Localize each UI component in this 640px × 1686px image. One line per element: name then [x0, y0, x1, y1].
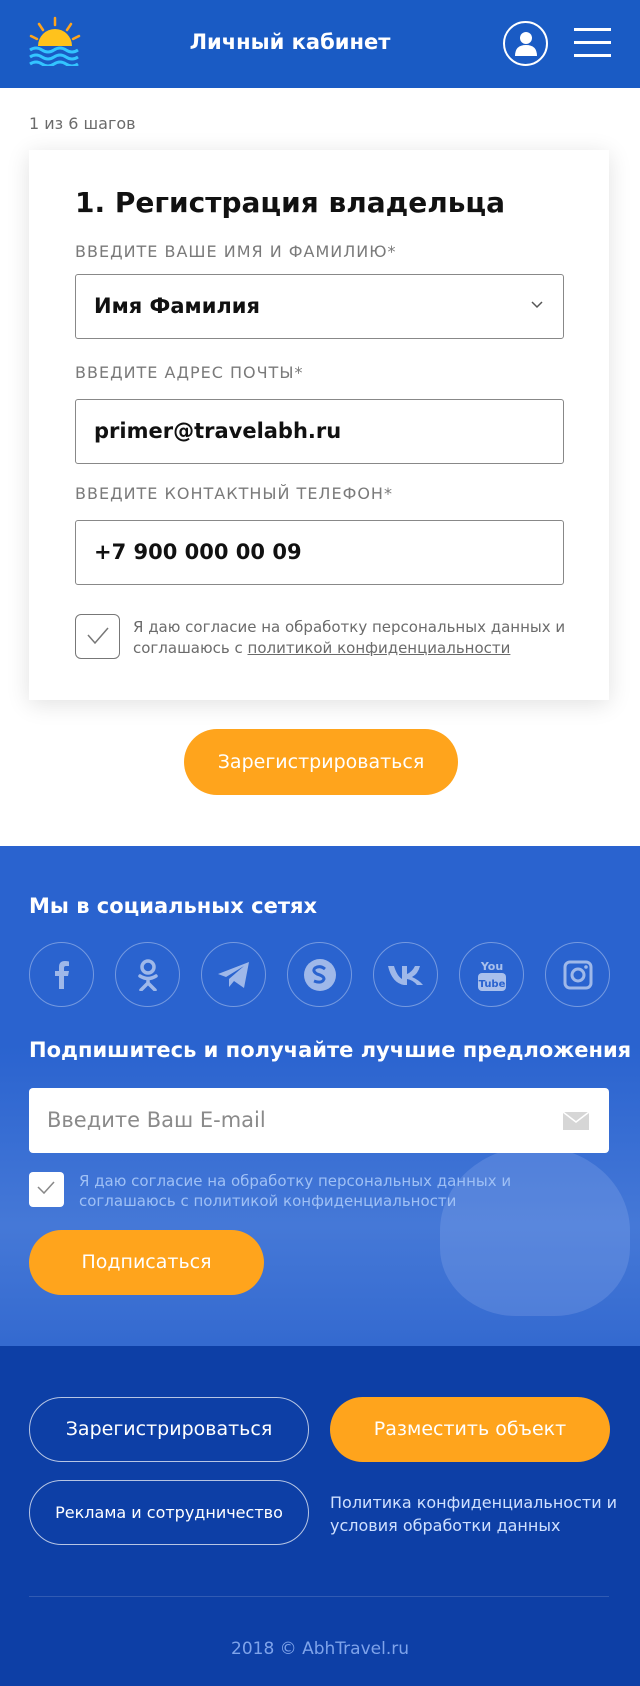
vk-icon[interactable] [373, 942, 438, 1007]
chevron-down-icon [531, 301, 543, 309]
header: Личный кабинет [0, 0, 640, 88]
youtube-icon[interactable]: You Tube [459, 942, 524, 1007]
privacy-policy-footer-link[interactable]: Политика конфиденциальности и условия об… [330, 1491, 620, 1537]
subscribe-consent-checkbox[interactable] [29, 1172, 64, 1207]
phone-field[interactable]: +7 900 000 00 09 [75, 520, 564, 585]
email-field[interactable]: primer@travelabh.ru [75, 399, 564, 464]
page-title: Личный кабинет [189, 30, 391, 54]
social-subscribe-section: Мы в социальных сетях You Tube Подпишитес… [0, 846, 640, 1346]
skype-icon[interactable] [287, 942, 352, 1007]
facebook-icon[interactable] [29, 942, 94, 1007]
advertising-button[interactable]: Реклама и сотрудничество [29, 1480, 309, 1545]
email-value: primer@travelabh.ru [94, 419, 342, 443]
mail-icon [563, 1112, 589, 1130]
user-account-button[interactable] [503, 21, 548, 66]
odnoklassniki-icon[interactable] [115, 942, 180, 1007]
subscribe-title: Подпишитесь и получайте лучшие предложен… [29, 1038, 632, 1062]
name-value: Имя Фамилия [94, 294, 260, 318]
name-select[interactable]: Имя Фамилия [75, 274, 564, 339]
subscribe-email-input[interactable] [47, 1102, 527, 1138]
logo-sun-waves-icon[interactable] [28, 16, 82, 68]
checkmark-icon [87, 627, 109, 645]
phone-value: +7 900 000 00 09 [94, 540, 302, 564]
place-object-button[interactable]: Разместить объект [330, 1397, 610, 1462]
privacy-policy-link[interactable]: политикой конфиденциальности [248, 639, 511, 657]
menu-hamburger-icon[interactable] [574, 28, 611, 58]
footer: Зарегистрироваться Разместить объект Рек… [0, 1346, 640, 1686]
consent-text: Я даю согласие на обработку персональных… [133, 617, 573, 659]
copyright: 2018 © AbhTravel.ru [231, 1639, 409, 1659]
svg-text:You: You [479, 960, 502, 973]
social-title: Мы в социальных сетях [29, 894, 318, 918]
subscribe-consent-text: Я даю согласие на обработку персональных… [79, 1172, 512, 1210]
email-label: ВВЕДИТЕ АДРЕС ПОЧТЫ* [75, 363, 304, 382]
name-label: ВВЕДИТЕ ВАШЕ ИМЯ И ФАМИЛИЮ* [75, 242, 397, 261]
user-icon [515, 32, 537, 56]
step-indicator: 1 из 6 шагов [29, 114, 136, 133]
checkmark-icon [37, 1181, 55, 1195]
registration-card: 1. Регистрация владельца ВВЕДИТЕ ВАШЕ ИМ… [29, 150, 609, 700]
instagram-icon[interactable] [545, 942, 610, 1007]
footer-register-button[interactable]: Зарегистрироваться [29, 1397, 309, 1462]
consent-checkbox[interactable] [75, 614, 120, 659]
phone-label: ВВЕДИТЕ КОНТАКТНЫЙ ТЕЛЕФОН* [75, 484, 393, 503]
subscribe-button[interactable]: Подписаться [29, 1230, 264, 1295]
register-button[interactable]: Зарегистрироваться [184, 729, 458, 795]
svg-text:Tube: Tube [478, 979, 505, 990]
footer-divider [29, 1596, 609, 1597]
telegram-icon[interactable] [201, 942, 266, 1007]
subscribe-email-field[interactable] [29, 1088, 609, 1153]
form-title: 1. Регистрация владельца [75, 186, 506, 219]
